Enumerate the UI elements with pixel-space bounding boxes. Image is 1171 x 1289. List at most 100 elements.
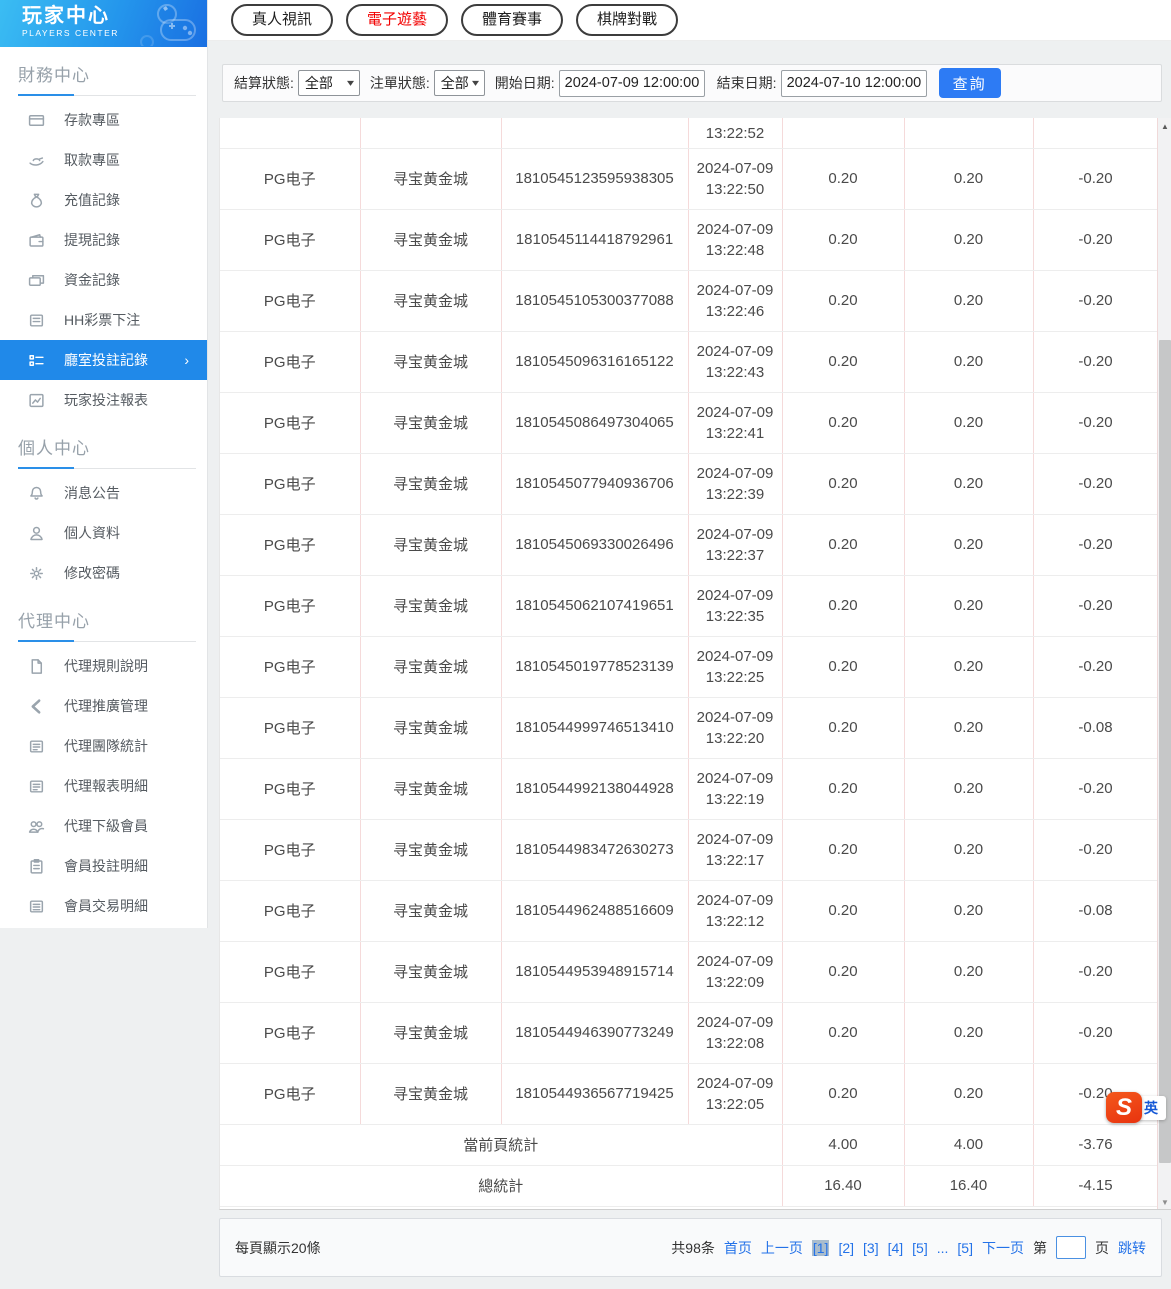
sidebar-item[interactable]: 廳室投註記錄 ›: [0, 340, 207, 380]
next-page-link[interactable]: 下一页: [982, 1238, 1024, 1258]
table-row: PG电子 寻宝黄金城 1810544936567719425 2024-07-09 13…: [220, 1063, 1159, 1125]
valid-bet-cell: 0.20: [904, 758, 1034, 820]
game-name-cell: 寻宝黄金城: [360, 392, 502, 454]
category-tab[interactable]: 體育賽事: [461, 4, 564, 36]
bet-time-cell: 2024-07-09 13:22:37: [688, 514, 783, 576]
start-date-input[interactable]: [558, 69, 705, 97]
bet-amount-cell: 0.20: [782, 453, 905, 515]
table-row: PG电子 寻宝黄金城 1810545062107419651 2024-07-09 13…: [220, 575, 1159, 637]
sidebar-item[interactable]: 代理團隊統計: [0, 726, 207, 766]
category-tab[interactable]: 電子遊藝: [346, 4, 449, 36]
total-summary-row: 總統計 16.40 16.40 -4.15: [220, 1165, 1159, 1207]
ime-widget[interactable]: S 英: [1106, 1092, 1166, 1123]
sidebar-item-label: 代理團隊統計: [64, 738, 148, 754]
sidebar-item[interactable]: 存款專區: [0, 100, 207, 140]
sidebar-item-label: 充值記錄: [64, 192, 120, 208]
category-tab[interactable]: 棋牌對戰: [576, 4, 679, 36]
page-link-current[interactable]: [1]: [811, 1239, 830, 1256]
page-link[interactable]: [5]: [957, 1240, 973, 1256]
category-tab[interactable]: 真人視訊: [231, 4, 334, 36]
bet-amount-cell: 0.20: [782, 331, 905, 393]
scrollbar-thumb[interactable]: [1159, 340, 1171, 1163]
profit-cell: -0.08: [1033, 697, 1159, 759]
jump-page-input[interactable]: [1056, 1236, 1086, 1259]
valid-bet-cell: 0.20: [904, 880, 1034, 942]
profit-cell: -0.20: [1033, 819, 1159, 881]
sidebar-item[interactable]: 充值記錄: [0, 180, 207, 220]
profit-cell: -0.20: [1033, 148, 1159, 210]
game-name-cell: 寻宝黄金城: [360, 514, 502, 576]
page-size-text: 每頁顯示20條: [235, 1239, 321, 1256]
scrollbar-down-arrow-icon[interactable]: ▼: [1158, 1194, 1171, 1209]
sidebar-item[interactable]: 玩家投注報表: [0, 380, 207, 420]
table-row: PG电子 寻宝黄金城 1810545019778523139 2024-07-09 13…: [220, 636, 1159, 698]
valid-bet-cell: 0.20: [904, 392, 1034, 454]
order-number-cell: 1810545105300377088: [501, 270, 689, 332]
filter-bar: 結算狀態: 全部 ▾ 注單狀態: 全部 ▾ 開始日期: 結束日期: 查詢: [222, 64, 1162, 102]
sidebar-item[interactable]: 代理報表明細: [0, 766, 207, 806]
bet-time-cell: 2024-07-09 13:22:25: [688, 636, 783, 698]
query-button[interactable]: 查詢: [938, 68, 1001, 98]
sidebar-item[interactable]: 代理推廣管理: [0, 686, 207, 726]
sidebar-item-label: 廳室投註記錄: [64, 352, 148, 368]
jump-button[interactable]: 跳转: [1118, 1238, 1146, 1258]
end-date-input[interactable]: [780, 69, 927, 97]
sidebar-item[interactable]: 會員交易明細: [0, 886, 207, 926]
page-link[interactable]: [5]: [912, 1240, 928, 1256]
order-number-cell: 1810545077940936706: [501, 453, 689, 515]
page-link[interactable]: [3]: [863, 1240, 879, 1256]
table-row: PG电子 寻宝黄金城 1810544962488516609 2024-07-09 13…: [220, 880, 1159, 942]
gamepad-decor-icon: [140, 4, 196, 46]
first-page-link[interactable]: 首页: [724, 1238, 752, 1258]
settle-status-select[interactable]: 全部 ▾: [297, 70, 360, 96]
table-cell: [220, 118, 361, 149]
section-underline: [18, 640, 196, 642]
summary-profit-cell: -3.76: [1033, 1124, 1159, 1166]
valid-bet-cell: 0.20: [904, 575, 1034, 637]
sidebar-item[interactable]: 資金記錄: [0, 260, 207, 300]
agent-members-users-icon: [28, 818, 45, 835]
platform-cell: PG电子: [220, 270, 361, 332]
bet-time-cell: 13:22:52: [688, 118, 783, 149]
chevron-down-icon: ▾: [471, 77, 479, 89]
sidebar-item[interactable]: 代理規則說明: [0, 646, 207, 686]
valid-bet-cell: 0.20: [904, 148, 1034, 210]
game-name-cell: 寻宝黄金城: [360, 636, 502, 698]
game-name-cell: 寻宝黄金城: [360, 941, 502, 1003]
profit-cell: -0.20: [1033, 575, 1159, 637]
bet-time-cell: 2024-07-09 13:22:48: [688, 209, 783, 271]
scrollbar-up-arrow-icon[interactable]: ▲: [1158, 118, 1171, 134]
sidebar-item[interactable]: 修改密碼: [0, 553, 207, 593]
game-name-cell: 寻宝黄金城: [360, 148, 502, 210]
platform-cell: PG电子: [220, 941, 361, 1003]
table-row: PG电子 寻宝黄金城 1810545069330026496 2024-07-09 13…: [220, 514, 1159, 576]
agent-rules-doc-icon: [28, 658, 45, 675]
sidebar-item[interactable]: 取款專區: [0, 140, 207, 180]
page-link[interactable]: [2]: [838, 1240, 854, 1256]
game-name-cell: 寻宝黄金城: [360, 819, 502, 881]
section-title: 財務中心: [18, 66, 90, 85]
order-status-select[interactable]: 全部 ▾: [433, 70, 485, 96]
bet-records-table: 13:22:52 PG电子 寻宝黄金城 1810545123595938305 2024…: [220, 118, 1159, 1207]
sidebar-item[interactable]: 提現記錄: [0, 220, 207, 260]
valid-bet-cell: 0.20: [904, 636, 1034, 698]
sidebar-item[interactable]: 消息公告: [0, 473, 207, 513]
sidebar-item[interactable]: 會員投註明細: [0, 846, 207, 886]
bet-amount-cell: 0.20: [782, 514, 905, 576]
table-row: PG电子 寻宝黄金城 1810544946390773249 2024-07-09 13…: [220, 1002, 1159, 1064]
agent-report-detail-icon: [28, 778, 45, 795]
sidebar-item[interactable]: HH彩票下注: [0, 300, 207, 340]
prev-page-link[interactable]: 上一页: [761, 1238, 803, 1258]
bet-amount-cell: 0.20: [782, 209, 905, 271]
sidebar-item[interactable]: 代理下級會員: [0, 806, 207, 846]
pagination: 共98条 首页 上一页 [1] [2] [3] [4] [5]... [5] 下一页 第 …: [671, 1236, 1146, 1259]
page-link[interactable]: [4]: [888, 1240, 904, 1256]
table-row: PG电子 寻宝黄金城 1810544992138044928 2024-07-09 13…: [220, 758, 1159, 820]
summary-valid-cell: 4.00: [904, 1124, 1034, 1166]
player-bet-report-icon: [28, 392, 45, 409]
sidebar-item[interactable]: 個人資料: [0, 513, 207, 553]
bet-time-cell: 2024-07-09 13:22:20: [688, 697, 783, 759]
summary-profit-cell: -4.15: [1033, 1165, 1159, 1207]
order-number-cell: 1810545069330026496: [501, 514, 689, 576]
valid-bet-cell: 0.20: [904, 331, 1034, 393]
